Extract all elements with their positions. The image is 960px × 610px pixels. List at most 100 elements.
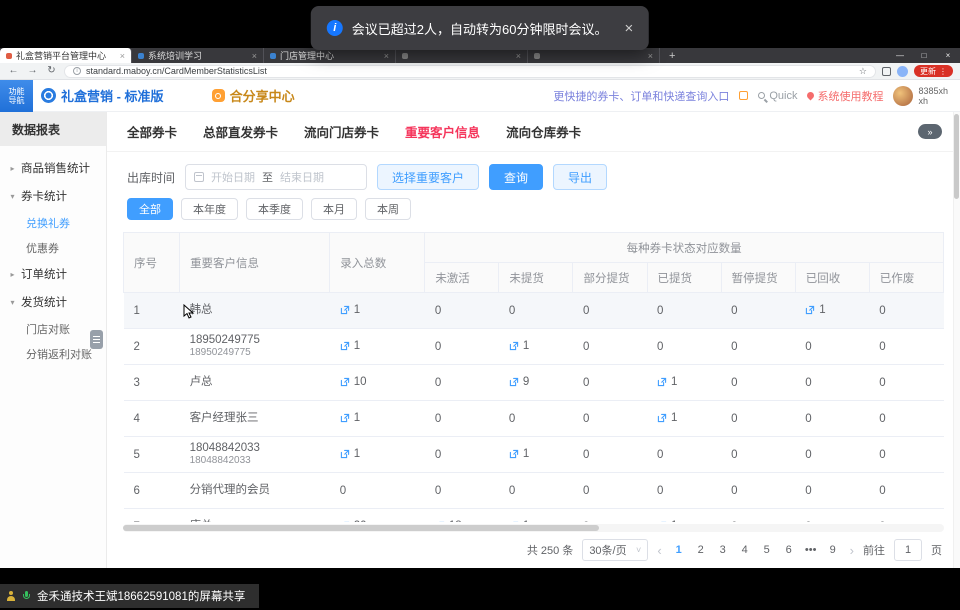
vertical-scrollbar[interactable] xyxy=(953,112,960,568)
minimize-button[interactable]: — xyxy=(888,51,912,60)
count-cell[interactable]: 1 xyxy=(499,329,573,365)
quick-filter-chip[interactable]: 本季度 xyxy=(246,198,303,220)
page-number[interactable]: 6 xyxy=(781,544,797,556)
page-number[interactable]: 2 xyxy=(693,544,709,556)
count-cell[interactable]: 1 xyxy=(795,293,869,329)
count-cell[interactable]: 10 xyxy=(330,365,425,401)
content-tab[interactable]: 重要客户信息 xyxy=(405,122,480,141)
quick-filter-chip[interactable]: 本周 xyxy=(365,198,411,220)
page-number[interactable]: 4 xyxy=(737,544,753,556)
user-sub: xh xyxy=(918,96,948,106)
reload-icon[interactable]: ↻ xyxy=(45,66,58,76)
share-center-link[interactable]: 合分享中心 xyxy=(212,86,295,105)
browser-tab[interactable]: 礼盒营销平台管理中心 × xyxy=(0,48,132,63)
tab-close-icon[interactable]: × xyxy=(120,51,125,61)
horizontal-scrollbar[interactable] xyxy=(123,524,944,532)
content-tab[interactable]: 总部直发券卡 xyxy=(203,122,278,141)
goto-label: 前往 xyxy=(863,542,885,558)
content-tab[interactable]: 流向仓库券卡 xyxy=(506,122,581,141)
maximize-button[interactable]: □ xyxy=(912,51,936,60)
browser-tab[interactable]: 门店管理中心 × xyxy=(264,48,396,63)
promo-link[interactable]: 更快捷的券卡、订单和快递查询入口 xyxy=(553,88,729,104)
browser-tab[interactable]: × xyxy=(528,48,660,63)
bookmark-icon[interactable]: ☆ xyxy=(859,66,867,77)
quick-search[interactable]: Quick xyxy=(758,90,797,102)
sidebar-item-head[interactable]: ▾ 发货统计 xyxy=(0,288,106,316)
quick-filter-chip[interactable]: 本年度 xyxy=(181,198,238,220)
count-cell[interactable]: 1 xyxy=(330,293,425,329)
scrollbar-thumb[interactable] xyxy=(123,525,599,531)
count-cell[interactable]: 1 xyxy=(330,401,425,437)
site-info-icon[interactable]: i xyxy=(73,67,81,75)
quick-filter-chip[interactable]: 本月 xyxy=(311,198,357,220)
sidebar-item-label: 券卡统计 xyxy=(21,188,67,204)
prev-page-icon[interactable]: ‹ xyxy=(657,543,661,558)
export-button[interactable]: 导出 xyxy=(553,164,607,190)
window-close-button[interactable]: × xyxy=(936,51,960,60)
count-cell[interactable]: 20 xyxy=(330,509,425,523)
page-number[interactable]: 1 xyxy=(671,544,687,556)
new-tab-button[interactable]: + xyxy=(660,48,684,63)
date-range-input[interactable]: 开始日期 至 结束日期 xyxy=(185,164,367,190)
nav-toggle-button[interactable]: 功能 导航 xyxy=(0,80,33,112)
pager-pages: 123456 ••• 9 xyxy=(671,544,841,556)
sidebar-item: ▸ 订单统计 xyxy=(0,260,106,288)
forward-icon[interactable]: → xyxy=(26,66,39,76)
select-customer-button[interactable]: 选择重要客户 xyxy=(377,164,479,190)
browser-tab[interactable]: × xyxy=(396,48,528,63)
tab-close-icon[interactable]: × xyxy=(516,51,521,61)
pagination: 共 250 条 30条/页 ˅ ‹ 123456•••9 › 前往 页 xyxy=(107,532,960,561)
goto-page-input[interactable] xyxy=(894,539,922,561)
count-cell[interactable]: 1 xyxy=(647,365,721,401)
page-number[interactable]: 9 xyxy=(825,544,841,556)
count-cell[interactable]: 1 xyxy=(499,437,573,473)
back-icon[interactable]: ← xyxy=(7,66,20,76)
tutorial-label: 系统使用教程 xyxy=(817,88,883,104)
page-number[interactable]: ••• xyxy=(803,544,819,556)
content-tab[interactable]: 全部券卡 xyxy=(127,122,177,141)
count-cell: 0 xyxy=(795,365,869,401)
count-cell[interactable]: 18 xyxy=(425,509,499,523)
count-cell[interactable]: 1 xyxy=(647,509,721,523)
browser-update-button[interactable]: 更新 ⋮ xyxy=(914,65,953,77)
sidebar-item-head[interactable]: ▾ 券卡统计 xyxy=(0,182,106,210)
count-cell[interactable]: 1 xyxy=(330,329,425,365)
tutorial-link[interactable]: 系统使用教程 xyxy=(807,88,883,104)
quick-filter-chip[interactable]: 全部 xyxy=(127,198,173,220)
count-cell: 0 xyxy=(425,329,499,365)
user-menu[interactable]: 8385xh xh xyxy=(893,86,948,106)
sidebar-item-head[interactable]: ▸ 商品销售统计 xyxy=(0,154,106,182)
extensions-icon[interactable] xyxy=(882,67,891,76)
toast-close-icon[interactable]: × xyxy=(624,20,633,37)
collapse-panel-icon[interactable]: » xyxy=(918,124,942,139)
page-size-select[interactable]: 30条/页 ˅ xyxy=(582,539,648,561)
sidebar-subitem[interactable]: 优惠券 xyxy=(0,235,106,260)
page-number[interactable]: 5 xyxy=(759,544,775,556)
browser-profile-avatar[interactable] xyxy=(897,66,908,77)
browser-tab[interactable]: 系统培训学习 × xyxy=(132,48,264,63)
tab-close-icon[interactable]: × xyxy=(648,51,653,61)
end-date-placeholder[interactable]: 结束日期 xyxy=(280,169,324,185)
mouse-cursor xyxy=(183,304,195,320)
count-cell[interactable]: 1 xyxy=(647,401,721,437)
count-cell[interactable]: 1 xyxy=(330,437,425,473)
tab-close-icon[interactable]: × xyxy=(252,51,257,61)
sidebar-subitem[interactable]: 兑换礼券 xyxy=(0,210,106,235)
url-bar[interactable]: i standard.maboy.cn/CardMemberStatistics… xyxy=(64,65,876,78)
next-page-icon[interactable]: › xyxy=(850,543,854,558)
sidebar-item-head[interactable]: ▸ 订单统计 xyxy=(0,260,106,288)
row-customer: 18950249775 18950249775 xyxy=(180,329,330,365)
sidebar-drag-handle-icon[interactable] xyxy=(90,330,103,349)
filter-bar: 出库时间 开始日期 至 结束日期 选择重要客户 查询 导出 xyxy=(107,152,960,190)
row-seq: 3 xyxy=(124,365,180,401)
count-cell[interactable]: 1 xyxy=(499,509,573,523)
page-number[interactable]: 3 xyxy=(715,544,731,556)
start-date-placeholder[interactable]: 开始日期 xyxy=(211,169,255,185)
vertical-scrollbar-thumb[interactable] xyxy=(954,114,959,199)
row-customer: 分销代理的会员 xyxy=(180,473,330,509)
tab-close-icon[interactable]: × xyxy=(384,51,389,61)
brand: 礼盒营销 - 标准版 xyxy=(41,86,164,105)
search-button[interactable]: 查询 xyxy=(489,164,543,190)
count-cell[interactable]: 9 xyxy=(499,365,573,401)
content-tab[interactable]: 流向门店券卡 xyxy=(304,122,379,141)
